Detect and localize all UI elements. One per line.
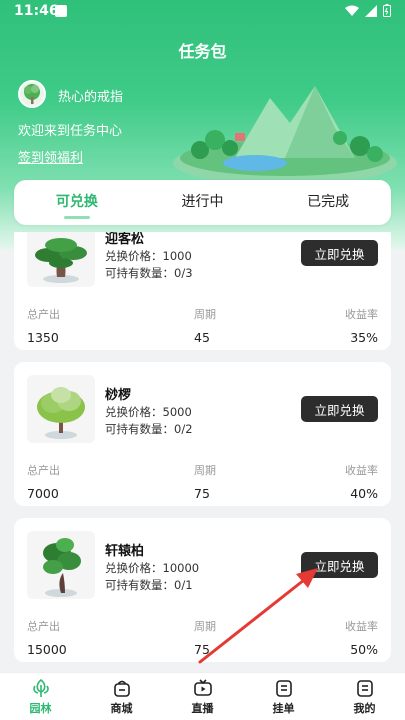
nav-label: 园林: [29, 701, 52, 715]
signal-icon: [365, 4, 377, 17]
item-hold-count: 可持有数量：0/3: [105, 266, 193, 280]
page-title: 任务包: [178, 42, 227, 61]
nav-garden[interactable]: 园林: [0, 673, 81, 720]
battery-icon: [383, 4, 391, 17]
avatar-tree-icon: [24, 84, 40, 104]
signin-reward-link[interactable]: 签到领福利: [18, 147, 83, 166]
bottom-navigation: 园林 商城 直播 挂单 我的: [0, 672, 405, 720]
yield-label: 收益率: [345, 464, 378, 477]
period-value: 75: [194, 642, 210, 657]
cypress-tree-image: [27, 531, 95, 599]
list-item: 迎客松 兑换价格：1000 可持有数量：0/3 立即兑换 总产出 周期 收益率 …: [14, 232, 391, 350]
item-name: 轩辕柏: [105, 544, 145, 559]
nav-label: 商城: [110, 701, 133, 715]
pine-tree-image: [27, 232, 95, 287]
yield-label: 收益率: [345, 308, 378, 321]
welcome-text: 欢迎来到任务中心: [18, 124, 123, 139]
profile-icon: [356, 679, 373, 697]
tab-bar: 可兑换 进行中 已完成: [14, 180, 391, 225]
shop-bag-icon: [113, 680, 130, 697]
redeem-button[interactable]: 立即兑换: [301, 396, 378, 422]
output-value: 1350: [27, 330, 59, 345]
avatar[interactable]: [18, 80, 46, 108]
fern-tree-image: [27, 375, 95, 443]
yield-label: 收益率: [345, 620, 378, 633]
redeem-button[interactable]: 立即兑换: [301, 240, 378, 266]
yield-value: 40%: [350, 486, 378, 501]
yield-value: 50%: [350, 642, 378, 657]
period-value: 45: [194, 330, 210, 345]
period-value: 75: [194, 486, 210, 501]
nav-label: 挂单: [272, 701, 295, 715]
nav-orders[interactable]: 挂单: [243, 673, 324, 720]
output-value: 15000: [27, 642, 67, 657]
nav-live[interactable]: 直播: [162, 673, 243, 720]
status-icons: [345, 4, 391, 17]
tab-in-progress[interactable]: 进行中: [140, 180, 266, 225]
list-item: 轩辕柏 兑换价格：10000 可持有数量：0/1 立即兑换 总产出 周期 收益率…: [14, 518, 391, 662]
nav-label: 我的: [353, 701, 376, 715]
tree-icon: [32, 678, 49, 697]
period-label: 周期: [194, 464, 216, 477]
item-hold-count: 可持有数量：0/2: [105, 422, 193, 436]
status-time: 11:46: [14, 3, 59, 19]
item-price: 兑换价格：5000: [105, 405, 192, 419]
nav-label: 直播: [191, 701, 214, 715]
tv-play-icon: [193, 678, 212, 696]
item-name: 桫椤: [105, 388, 132, 403]
item-name: 迎客松: [105, 232, 145, 247]
item-price: 兑换价格：10000: [105, 561, 200, 575]
output-value: 7000: [27, 486, 59, 501]
wifi-icon: [345, 5, 359, 16]
nav-shop[interactable]: 商城: [81, 673, 162, 720]
output-label: 总产出: [27, 620, 60, 633]
period-label: 周期: [194, 308, 216, 321]
tab-redeemable[interactable]: 可兑换: [14, 180, 140, 225]
list-item: 桫椤 兑换价格：5000 可持有数量：0/2 立即兑换 总产出 周期 收益率 7…: [14, 362, 391, 506]
nav-profile[interactable]: 我的: [324, 673, 405, 720]
output-label: 总产出: [27, 308, 60, 321]
period-label: 周期: [194, 620, 216, 633]
user-name: 热心的戒指: [58, 90, 124, 105]
order-list-icon: [275, 679, 292, 697]
output-label: 总产出: [27, 464, 60, 477]
floating-island-illustration: [173, 86, 397, 185]
status-bar: 11:46: [0, 0, 405, 24]
redeem-button[interactable]: 立即兑换: [301, 552, 378, 578]
yield-value: 35%: [350, 330, 378, 345]
item-list[interactable]: 迎客松 兑换价格：1000 可持有数量：0/3 立即兑换 总产出 周期 收益率 …: [0, 232, 405, 672]
tab-completed[interactable]: 已完成: [265, 180, 391, 225]
notification-icon: [55, 5, 67, 17]
item-price: 兑换价格：1000: [105, 249, 192, 263]
item-hold-count: 可持有数量：0/1: [105, 578, 193, 592]
